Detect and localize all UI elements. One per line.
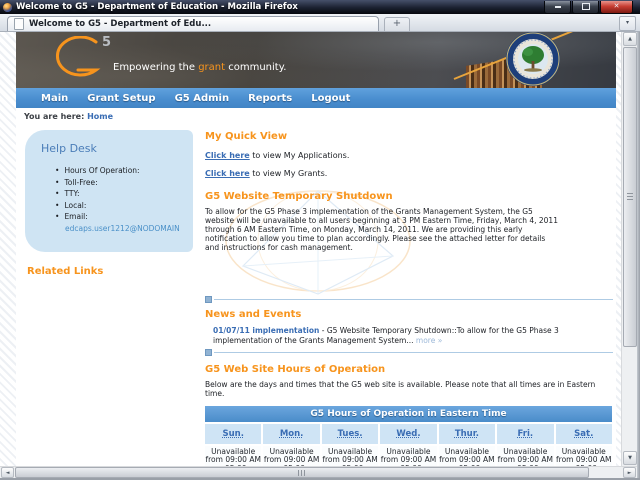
- horizontal-scrollbar-thumb[interactable]: [15, 467, 589, 478]
- title-bar: Welcome to G5 - Department of Education …: [0, 0, 640, 14]
- availability-cell-thur: Unavailable from 09:00 AM - 05:00: [439, 446, 495, 467]
- help-desk-title: Help Desk: [41, 142, 183, 155]
- help-desk-item-email: Email:: [55, 211, 183, 223]
- availability-cell-wed: Unavailable from 09:00 AM - 05:00: [380, 446, 436, 467]
- view-grants-text: to view My Grants.: [250, 169, 328, 178]
- hours-intro: Below are the days and times that the G5…: [205, 380, 607, 398]
- browser-window: Welcome to G5 - Department of Education …: [0, 0, 640, 480]
- hours-table: G5 Hours of Operation in Eastern Time Su…: [205, 406, 612, 467]
- sidebar: Help Desk Hours Of Operation: Toll-Free:…: [25, 126, 193, 466]
- scrollbar-grip-icon: [627, 193, 633, 201]
- tagline-post: community.: [225, 62, 286, 73]
- help-desk-list: Hours Of Operation: Toll-Free: TTY: Loca…: [55, 165, 183, 223]
- quick-view-grants-row: Click here to view My Grants.: [205, 169, 613, 178]
- divider-line: [214, 299, 613, 300]
- breadcrumb: You are here: Home: [24, 112, 113, 121]
- day-header-thur[interactable]: Thur.: [439, 424, 495, 444]
- page-viewport: 5 Empowering the grant community. Main G…: [0, 31, 621, 466]
- divider-line: [214, 352, 613, 353]
- scrollbar-grip-icon: [298, 470, 306, 476]
- breadcrumb-home-link[interactable]: Home: [87, 112, 113, 121]
- day-header-tues[interactable]: Tues.: [322, 424, 378, 444]
- nav-item-reports[interactable]: Reports: [248, 93, 292, 104]
- new-tab-button[interactable]: +: [384, 17, 410, 31]
- main-navigation: Main Grant Setup G5 Admin Reports Logout: [16, 88, 616, 108]
- tab-label: Welcome to G5 - Department of Edu...: [29, 19, 211, 29]
- window-title: Welcome to G5 - Department of Education …: [16, 2, 298, 12]
- day-header-sun[interactable]: Sun.: [205, 424, 261, 444]
- availability-cell-mon: Unavailable from 09:00 AM - 05:00: [263, 446, 319, 467]
- day-header-wed[interactable]: Wed.: [380, 424, 436, 444]
- nav-item-grant-setup[interactable]: Grant Setup: [87, 93, 155, 104]
- tagline-accent: grant: [198, 62, 225, 73]
- day-header-mon[interactable]: Mon.: [263, 424, 319, 444]
- scroll-up-button[interactable]: ▲: [623, 32, 637, 46]
- hours-table-availability-row: Unavailable from 09:00 AM - 05:00 Unavai…: [205, 446, 612, 467]
- hours-title: G5 Web Site Hours of Operation: [205, 364, 613, 375]
- day-header-sat[interactable]: Sat.: [556, 424, 612, 444]
- close-icon: ✕: [614, 3, 620, 10]
- content-columns: Help Desk Hours Of Operation: Toll-Free:…: [16, 126, 616, 466]
- scroll-down-button[interactable]: ▼: [623, 451, 637, 465]
- department-of-education-seal-icon: [504, 31, 562, 88]
- breadcrumb-label: You are here:: [24, 112, 84, 121]
- nav-item-logout[interactable]: Logout: [311, 93, 350, 104]
- quick-view-title: My Quick View: [205, 131, 613, 142]
- divider-square-icon: [205, 296, 212, 303]
- horizontal-scrollbar[interactable]: ◄ ►: [0, 466, 637, 478]
- close-button[interactable]: ✕: [600, 1, 633, 14]
- section-divider: [205, 349, 613, 356]
- hours-table-caption: G5 Hours of Operation in Eastern Time: [205, 406, 612, 422]
- news-title: News and Events: [205, 309, 613, 320]
- tab-bar: Welcome to G5 - Department of Edu... + ▾: [0, 14, 640, 32]
- help-desk-email-link[interactable]: edcaps.user1212@NODOMAIN: [65, 223, 183, 235]
- g5-logo-number: 5: [102, 35, 111, 50]
- nav-item-g5-admin[interactable]: G5 Admin: [175, 93, 230, 104]
- help-desk-item-hours: Hours Of Operation:: [55, 165, 183, 177]
- tagline-pre: Empowering the: [113, 62, 198, 73]
- help-desk-panel: Help Desk Hours Of Operation: Toll-Free:…: [25, 130, 193, 252]
- availability-cell-sat: Unavailable from 09:00 AM - 05:00: [556, 446, 612, 467]
- banner-tagline: Empowering the grant community.: [113, 62, 286, 73]
- news-date-link[interactable]: 01/07/11 implementation: [213, 326, 319, 335]
- nav-item-main[interactable]: Main: [41, 93, 68, 104]
- help-desk-item-local: Local:: [55, 200, 183, 212]
- page-icon: [14, 18, 24, 30]
- tab-welcome-g5[interactable]: Welcome to G5 - Department of Edu...: [7, 16, 379, 31]
- section-divider: [205, 296, 613, 303]
- hours-table-day-headers: Sun. Mon. Tues. Wed. Thur. Fri. Sat.: [205, 424, 612, 444]
- view-grants-link[interactable]: Click here: [205, 169, 250, 178]
- scroll-left-button[interactable]: ◄: [1, 467, 14, 478]
- restore-button[interactable]: [572, 1, 599, 14]
- availability-cell-sun: Unavailable from 09:00 AM - 05:00: [205, 446, 261, 467]
- divider-square-icon: [205, 349, 212, 356]
- news-more-link[interactable]: more »: [416, 336, 442, 345]
- quick-view-applications-row: Click here to view My Applications.: [205, 151, 613, 160]
- main-content: My Quick View Click here to view My Appl…: [205, 126, 613, 466]
- availability-cell-tues: Unavailable from 09:00 AM - 05:00: [322, 446, 378, 467]
- shutdown-title: G5 Website Temporary Shutdown: [205, 191, 613, 202]
- help-desk-item-tollfree: Toll-Free:: [55, 177, 183, 189]
- g5-logo-icon: [46, 36, 102, 82]
- firefox-icon: [3, 3, 12, 12]
- day-header-fri[interactable]: Fri.: [497, 424, 553, 444]
- view-applications-link[interactable]: Click here: [205, 151, 250, 160]
- help-desk-item-tty: TTY:: [55, 188, 183, 200]
- minimize-icon: [555, 6, 561, 8]
- news-item: 01/07/11 implementation - G5 Website Tem…: [213, 326, 605, 345]
- minimize-button[interactable]: [544, 1, 571, 14]
- site-banner: 5 Empowering the grant community.: [16, 31, 616, 88]
- tab-list-dropdown-button[interactable]: ▾: [619, 16, 636, 31]
- related-links-title: Related Links: [27, 266, 193, 277]
- scroll-right-button[interactable]: ►: [623, 467, 636, 478]
- vertical-scrollbar[interactable]: ▲ ▼: [621, 31, 637, 466]
- vertical-scrollbar-thumb[interactable]: [623, 47, 637, 347]
- window-controls: ✕: [544, 1, 637, 14]
- restore-icon: [582, 3, 590, 10]
- shutdown-body: To allow for the G5 Phase 3 implementati…: [205, 207, 561, 252]
- view-applications-text: to view My Applications.: [250, 151, 350, 160]
- availability-cell-fri: Unavailable from 09:00 AM - 05:00: [497, 446, 553, 467]
